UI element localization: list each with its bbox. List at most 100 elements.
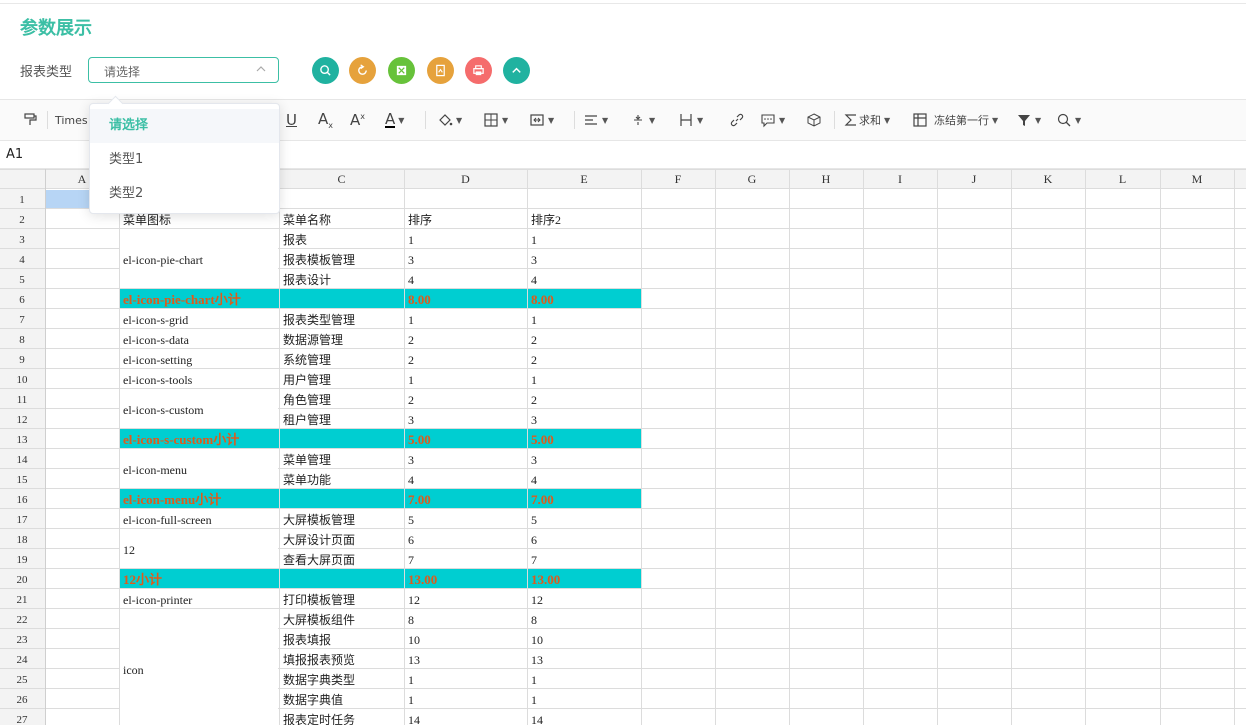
superscript-button[interactable]: Ax xyxy=(350,110,365,130)
cell-sort2[interactable]: 14 xyxy=(531,713,543,725)
cell-subtotal[interactable]: 13.00 xyxy=(531,572,560,587)
cell-sort2[interactable]: 3 xyxy=(531,413,537,427)
cell-sort[interactable]: 2 xyxy=(408,333,414,347)
cell-sort2[interactable]: 3 xyxy=(531,253,537,267)
cell-sort2[interactable]: 4 xyxy=(531,273,537,287)
font-color-button[interactable]: A ▼ xyxy=(385,110,404,130)
cell-sort2[interactable]: 1 xyxy=(531,233,537,247)
cell-menu-icon[interactable]: el-icon-pie-chart xyxy=(123,253,204,267)
comment-button[interactable]: ▼ xyxy=(760,110,785,130)
cell-subtotal[interactable]: 13.00 xyxy=(408,572,437,587)
column-width-button[interactable]: ▼ xyxy=(678,110,703,130)
cell-menu-name[interactable]: 数据源管理 xyxy=(283,332,343,347)
cell-menu-name[interactable]: 查看大屏页面 xyxy=(283,553,355,567)
cell-sort2[interactable]: 7 xyxy=(531,553,537,567)
cell-sort2[interactable]: 5 xyxy=(531,513,537,527)
subscript-button[interactable]: Ax xyxy=(318,110,333,130)
cell-menu-name[interactable]: 菜单管理 xyxy=(283,452,331,467)
cell-sort2[interactable]: 1 xyxy=(531,673,537,687)
search-button[interactable] xyxy=(312,57,339,84)
cell-menu-icon[interactable]: el-icon-printer xyxy=(123,593,192,607)
export-excel-button[interactable] xyxy=(388,57,415,84)
cell-subtotal[interactable]: 8.00 xyxy=(408,292,431,307)
vertical-align-button[interactable]: ▼ xyxy=(630,110,655,130)
cell-sort2[interactable]: 4 xyxy=(531,473,537,487)
cell-menu-name[interactable]: 报表模板管理 xyxy=(283,252,355,267)
cell-menu-icon[interactable]: 12 xyxy=(123,543,135,557)
cell-sort2[interactable]: 2 xyxy=(531,353,537,367)
cell-sort[interactable]: 3 xyxy=(408,413,414,427)
cell-sort[interactable]: 1 xyxy=(408,693,414,707)
format-painter-button[interactable] xyxy=(22,110,38,130)
cell-header[interactable]: 菜单图标 xyxy=(123,213,171,227)
cell-menu-name[interactable]: 报表设计 xyxy=(283,272,331,287)
cell-sort[interactable]: 3 xyxy=(408,453,414,467)
cell-menu-name[interactable]: 大屏模板管理 xyxy=(283,512,355,527)
dropdown-option[interactable]: 类型2 xyxy=(90,177,279,211)
cell-subtotal[interactable]: el-icon-pie-chart小计 xyxy=(123,292,241,307)
cell-sort2[interactable]: 1 xyxy=(531,373,537,387)
cell-sort[interactable]: 5 xyxy=(408,513,414,527)
cell-sort2[interactable]: 10 xyxy=(531,633,543,647)
underline-button[interactable]: U xyxy=(286,110,297,130)
find-button[interactable]: ▼ xyxy=(1056,110,1081,130)
cell-subtotal[interactable]: 5.00 xyxy=(531,432,554,447)
cell-sort2[interactable]: 1 xyxy=(531,693,537,707)
font-family-select[interactable]: Times xyxy=(55,110,88,130)
cell-sort[interactable]: 10 xyxy=(408,633,420,647)
cell-menu-name[interactable]: 大屏模板组件 xyxy=(283,613,355,627)
cell-subtotal[interactable]: 7.00 xyxy=(531,492,554,507)
spreadsheet-grid[interactable]: ABCDEFGHIJKLM123456789101112131415161718… xyxy=(0,169,1246,725)
cell-sort[interactable]: 8 xyxy=(408,613,414,627)
cell-menu-name[interactable]: 数据字典值 xyxy=(283,692,343,707)
cell-menu-name[interactable]: 填报报表预览 xyxy=(283,652,355,667)
cell-sort[interactable]: 12 xyxy=(408,593,420,607)
cell-menu-icon[interactable]: el-icon-full-screen xyxy=(123,513,212,527)
collapse-button[interactable] xyxy=(503,57,530,84)
cell-sort[interactable]: 1 xyxy=(408,673,414,687)
grid-canvas[interactable]: ABCDEFGHIJKLM123456789101112131415161718… xyxy=(0,169,1246,725)
fill-color-button[interactable]: ▼ xyxy=(437,110,462,130)
merge-cells-button[interactable]: ▼ xyxy=(529,110,554,130)
export-pdf-button[interactable] xyxy=(427,57,454,84)
report-type-select[interactable]: 请选择 xyxy=(88,57,279,83)
border-button[interactable]: ▼ xyxy=(483,110,508,130)
cell-sort[interactable]: 13 xyxy=(408,653,420,667)
cell-sort[interactable]: 3 xyxy=(408,253,414,267)
reset-button[interactable] xyxy=(349,57,376,84)
cell-menu-name[interactable]: 报表类型管理 xyxy=(283,312,355,327)
cell-menu-icon[interactable]: el-icon-setting xyxy=(123,353,192,367)
cell-subtotal[interactable]: el-icon-s-custom小计 xyxy=(123,432,239,447)
cell-menu-name[interactable]: 角色管理 xyxy=(283,392,331,407)
cube-button[interactable] xyxy=(806,110,822,130)
dropdown-option[interactable]: 类型1 xyxy=(90,143,279,177)
cell-header[interactable]: 菜单名称 xyxy=(283,212,331,227)
filter-button[interactable]: ▼ xyxy=(1016,110,1041,130)
cell-menu-name[interactable]: 租户管理 xyxy=(283,412,331,427)
cell-menu-icon[interactable]: el-icon-s-data xyxy=(123,333,190,347)
cell-sort2[interactable]: 12 xyxy=(531,593,543,607)
cell-menu-icon[interactable]: el-icon-menu xyxy=(123,463,187,477)
cell-subtotal[interactable]: 12小计 xyxy=(123,572,162,587)
cell-menu-name[interactable]: 数据字典类型 xyxy=(283,672,355,687)
cell-menu-name[interactable]: 菜单功能 xyxy=(283,473,331,487)
cell-subtotal[interactable]: 7.00 xyxy=(408,492,431,507)
cell-sort[interactable]: 6 xyxy=(408,533,414,547)
print-button[interactable] xyxy=(465,57,492,84)
cell-sort[interactable]: 7 xyxy=(408,553,414,567)
cell-subtotal[interactable]: el-icon-menu小计 xyxy=(123,492,221,507)
link-button[interactable] xyxy=(729,110,745,130)
cell-sort2[interactable]: 8 xyxy=(531,613,537,627)
cell-menu-name[interactable]: 大屏设计页面 xyxy=(283,533,355,547)
cell-menu-icon[interactable]: el-icon-s-tools xyxy=(123,373,193,387)
cell-header[interactable]: 排序 xyxy=(408,212,432,227)
cell-sort[interactable]: 1 xyxy=(408,313,414,327)
cell-sort2[interactable]: 13 xyxy=(531,653,543,667)
cell-subtotal[interactable]: 5.00 xyxy=(408,432,431,447)
cell-sort2[interactable]: 6 xyxy=(531,533,537,547)
cell-menu-name[interactable]: 系统管理 xyxy=(283,352,331,367)
cell-menu-name[interactable]: 报表定时任务 xyxy=(283,712,355,725)
dropdown-option[interactable]: 请选择 xyxy=(90,109,279,143)
cell-sort[interactable]: 14 xyxy=(408,713,420,725)
cell-menu-name[interactable]: 打印模板管理 xyxy=(283,592,355,607)
